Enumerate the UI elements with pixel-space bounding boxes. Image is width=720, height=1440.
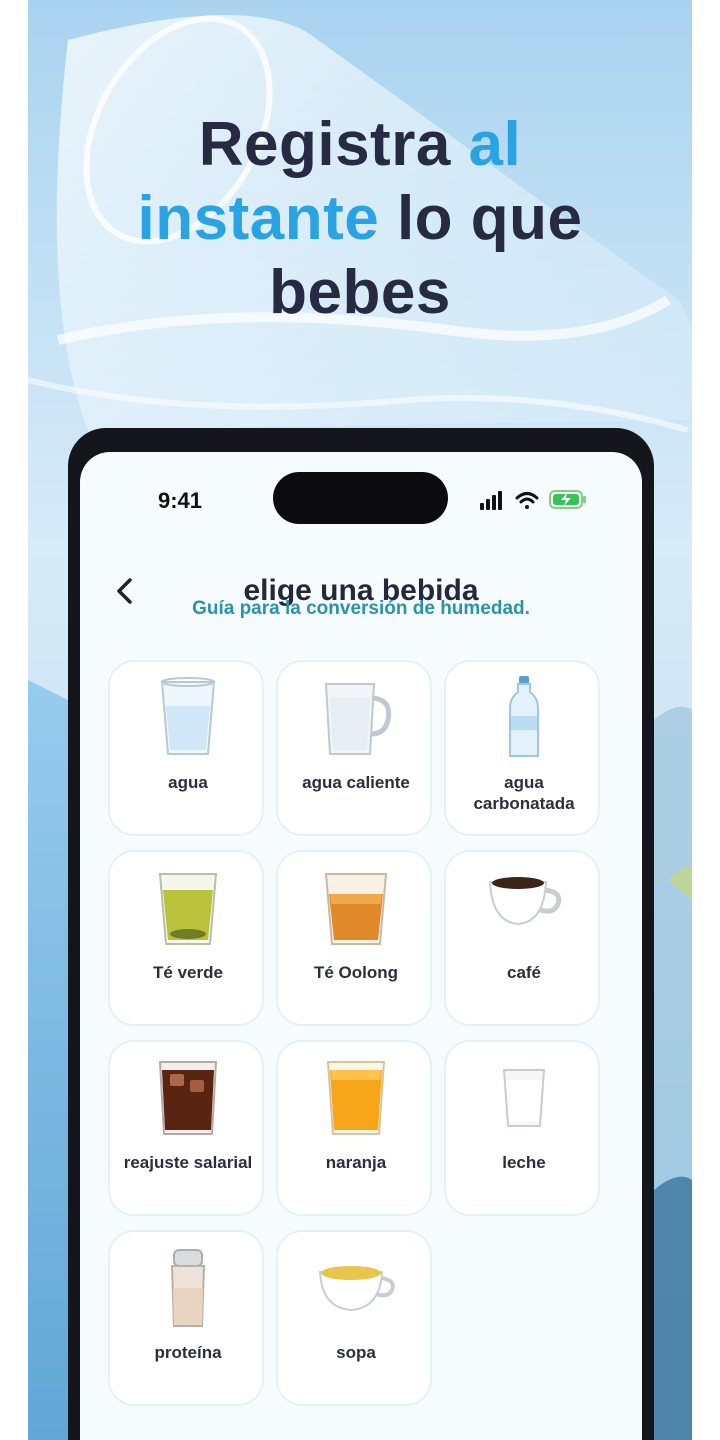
status-bar: 9:41: [80, 452, 642, 542]
phone-frame: 9:41 elige una bebida Guía para la conve…: [68, 428, 654, 1440]
battery-charging-icon: [549, 490, 586, 509]
water-glass-icon: [160, 677, 216, 755]
drink-card-cafe[interactable]: café: [444, 850, 600, 1026]
nav-bar: elige una bebida: [80, 552, 642, 632]
phone-screen: 9:41 elige una bebida Guía para la conve…: [80, 452, 642, 1440]
drink-label: Té Oolong: [313, 963, 399, 982]
milk-glass-icon: [502, 1069, 546, 1127]
drink-label: agua caliente: [302, 773, 410, 792]
drink-card-te-verde[interactable]: Té verde: [108, 850, 264, 1026]
drink-card-naranja[interactable]: naranja: [276, 1040, 432, 1216]
headline-accent-2: instante: [137, 184, 380, 253]
drink-label: Té verde: [153, 963, 223, 982]
signal-icon: [480, 491, 502, 510]
wifi-icon: [515, 492, 539, 509]
headline-text-2: lo que: [379, 184, 583, 253]
drink-card-leche[interactable]: leche: [444, 1040, 600, 1216]
headline: Registra al instante lo que bebes: [28, 108, 692, 330]
headline-accent-1: al: [468, 110, 522, 179]
drink-label: agua carbonatada: [473, 773, 575, 813]
green-tea-glass-icon: [158, 873, 218, 945]
cola-glass-icon: [158, 1061, 218, 1135]
headline-text-1: Registra: [198, 110, 469, 179]
status-icons: [480, 490, 586, 510]
drink-label: agua: [168, 773, 208, 792]
drink-card-proteina[interactable]: proteína: [108, 1230, 264, 1406]
drink-label: naranja: [325, 1153, 387, 1172]
soup-bowl-icon: [318, 1266, 395, 1312]
drink-card-agua[interactable]: agua: [108, 660, 264, 836]
drink-label: café: [506, 963, 542, 982]
protein-shaker-icon: [170, 1249, 206, 1327]
drink-label: reajuste salarial: [123, 1153, 253, 1172]
drink-grid: agua agua caliente agua carbonatada Té v…: [108, 660, 600, 1406]
coffee-cup-icon: [488, 877, 562, 926]
page-subtitle: Guía para la conversión de humedad.: [192, 598, 530, 619]
drink-card-te-oolong[interactable]: Té Oolong: [276, 850, 432, 1026]
dynamic-island: [273, 472, 448, 524]
hot-water-mug-icon: [324, 683, 392, 755]
status-time: 9:41: [158, 488, 203, 513]
drink-card-reajuste-salarial[interactable]: reajuste salarial: [108, 1040, 264, 1216]
drink-card-agua-caliente[interactable]: agua caliente: [276, 660, 432, 836]
oolong-tea-glass-icon: [324, 873, 388, 945]
orange-juice-glass-icon: [326, 1061, 386, 1135]
headline-text-3: bebes: [269, 258, 451, 327]
drink-card-agua-carbonatada[interactable]: agua carbonatada: [444, 660, 600, 836]
drink-label: sopa: [336, 1343, 376, 1362]
drink-label: leche: [502, 1153, 546, 1172]
drink-label: proteína: [154, 1343, 222, 1362]
promo-poster: Registra al instante lo que bebes 9:41 e…: [28, 0, 692, 1440]
water-bottle-icon: [509, 676, 539, 757]
drink-card-sopa[interactable]: sopa: [276, 1230, 432, 1406]
